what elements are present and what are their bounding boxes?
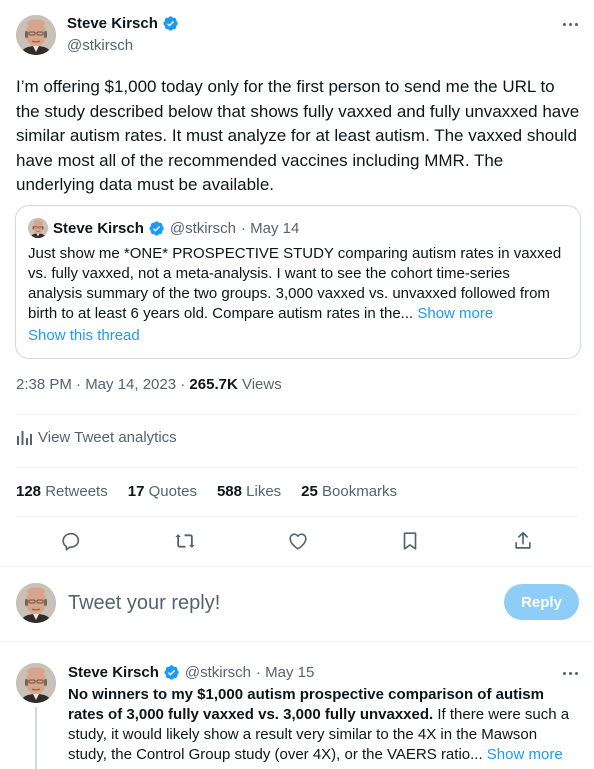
reply-input[interactable] xyxy=(68,588,468,618)
quote-date: · May 14 xyxy=(240,220,300,237)
quote-text: Just show me *ONE* PROSPECTIVE STUDY com… xyxy=(28,244,568,324)
reply-author-name[interactable]: Steve Kirsch xyxy=(68,664,159,681)
tweet-timestamp[interactable]: 2:38 PM · May 14, 2023 · xyxy=(16,376,189,393)
author-name[interactable]: Steve Kirsch xyxy=(67,15,158,32)
bookmarks-stat[interactable]: 25 Bookmarks xyxy=(301,483,397,500)
bookmarks-count: 25 xyxy=(301,483,318,500)
reply-text: No winners to my $1,000 autism prospecti… xyxy=(68,685,578,765)
divider xyxy=(16,467,578,468)
quote-show-more-link[interactable]: Show more xyxy=(417,305,493,322)
likes-count: 588 xyxy=(216,483,242,500)
retweets-label: Retweets xyxy=(41,483,108,500)
share-icon[interactable] xyxy=(511,529,535,553)
divider xyxy=(0,566,594,567)
quotes-stat[interactable]: 17 Quotes xyxy=(128,483,197,500)
verified-badge-icon xyxy=(163,664,180,681)
quotes-label: Quotes xyxy=(144,483,197,500)
quote-author-handle: @stkirsch xyxy=(169,220,236,237)
analytics-icon xyxy=(17,430,32,445)
reply-author-row: Steve Kirsch @stkirsch · May 15 xyxy=(68,664,314,681)
thread-connector xyxy=(35,707,37,769)
reply-author-avatar[interactable] xyxy=(16,663,56,703)
reply-author-handle[interactable]: @stkirsch xyxy=(185,664,251,681)
author-name-row[interactable]: Steve Kirsch xyxy=(67,15,179,32)
divider xyxy=(0,641,594,642)
quote-author-avatar xyxy=(28,218,48,238)
author-avatar[interactable] xyxy=(16,15,56,55)
quoted-tweet-card[interactable]: Steve Kirsch @stkirsch · May 14 Just sho… xyxy=(15,205,581,359)
divider xyxy=(16,516,578,517)
views-label: Views xyxy=(237,376,282,393)
view-analytics-link[interactable]: View Tweet analytics xyxy=(16,429,177,446)
views-count: 265.7K xyxy=(189,376,238,393)
verified-badge-icon xyxy=(148,220,165,237)
retweets-stat[interactable]: 128 Retweets xyxy=(16,483,108,500)
reply-icon[interactable] xyxy=(59,529,83,553)
retweet-icon[interactable] xyxy=(173,529,197,553)
like-icon[interactable] xyxy=(286,529,310,553)
analytics-label: View Tweet analytics xyxy=(38,429,177,446)
tweet-text: I’m offering $1,000 today only for the f… xyxy=(16,77,580,194)
divider xyxy=(16,414,578,415)
reply-button[interactable]: Reply xyxy=(504,584,579,620)
more-options-icon[interactable] xyxy=(558,14,582,34)
more-options-icon[interactable] xyxy=(558,663,582,683)
engagement-stats: 128 Retweets 17 Quotes 588 Likes 25 Book… xyxy=(16,483,417,500)
quote-author-name: Steve Kirsch xyxy=(53,220,144,237)
tweet-meta: 2:38 PM · May 14, 2023 · 265.7K Views xyxy=(16,376,282,393)
quotes-count: 17 xyxy=(127,483,145,500)
likes-label: Likes xyxy=(241,483,282,500)
bookmarks-label: Bookmarks xyxy=(317,483,398,500)
reply-date[interactable]: · May 15 xyxy=(256,664,314,681)
user-avatar[interactable] xyxy=(16,583,56,623)
bookmark-icon[interactable] xyxy=(398,529,422,553)
retweets-count: 128 xyxy=(16,483,42,500)
show-thread-link[interactable]: Show this thread xyxy=(28,327,140,344)
quote-author-row: Steve Kirsch @stkirsch · May 14 xyxy=(53,220,299,237)
reply-show-more-link[interactable]: Show more xyxy=(487,746,563,763)
verified-badge-icon xyxy=(162,15,179,32)
author-handle[interactable]: @stkirsch xyxy=(67,37,133,54)
likes-stat[interactable]: 588 Likes xyxy=(217,483,281,500)
